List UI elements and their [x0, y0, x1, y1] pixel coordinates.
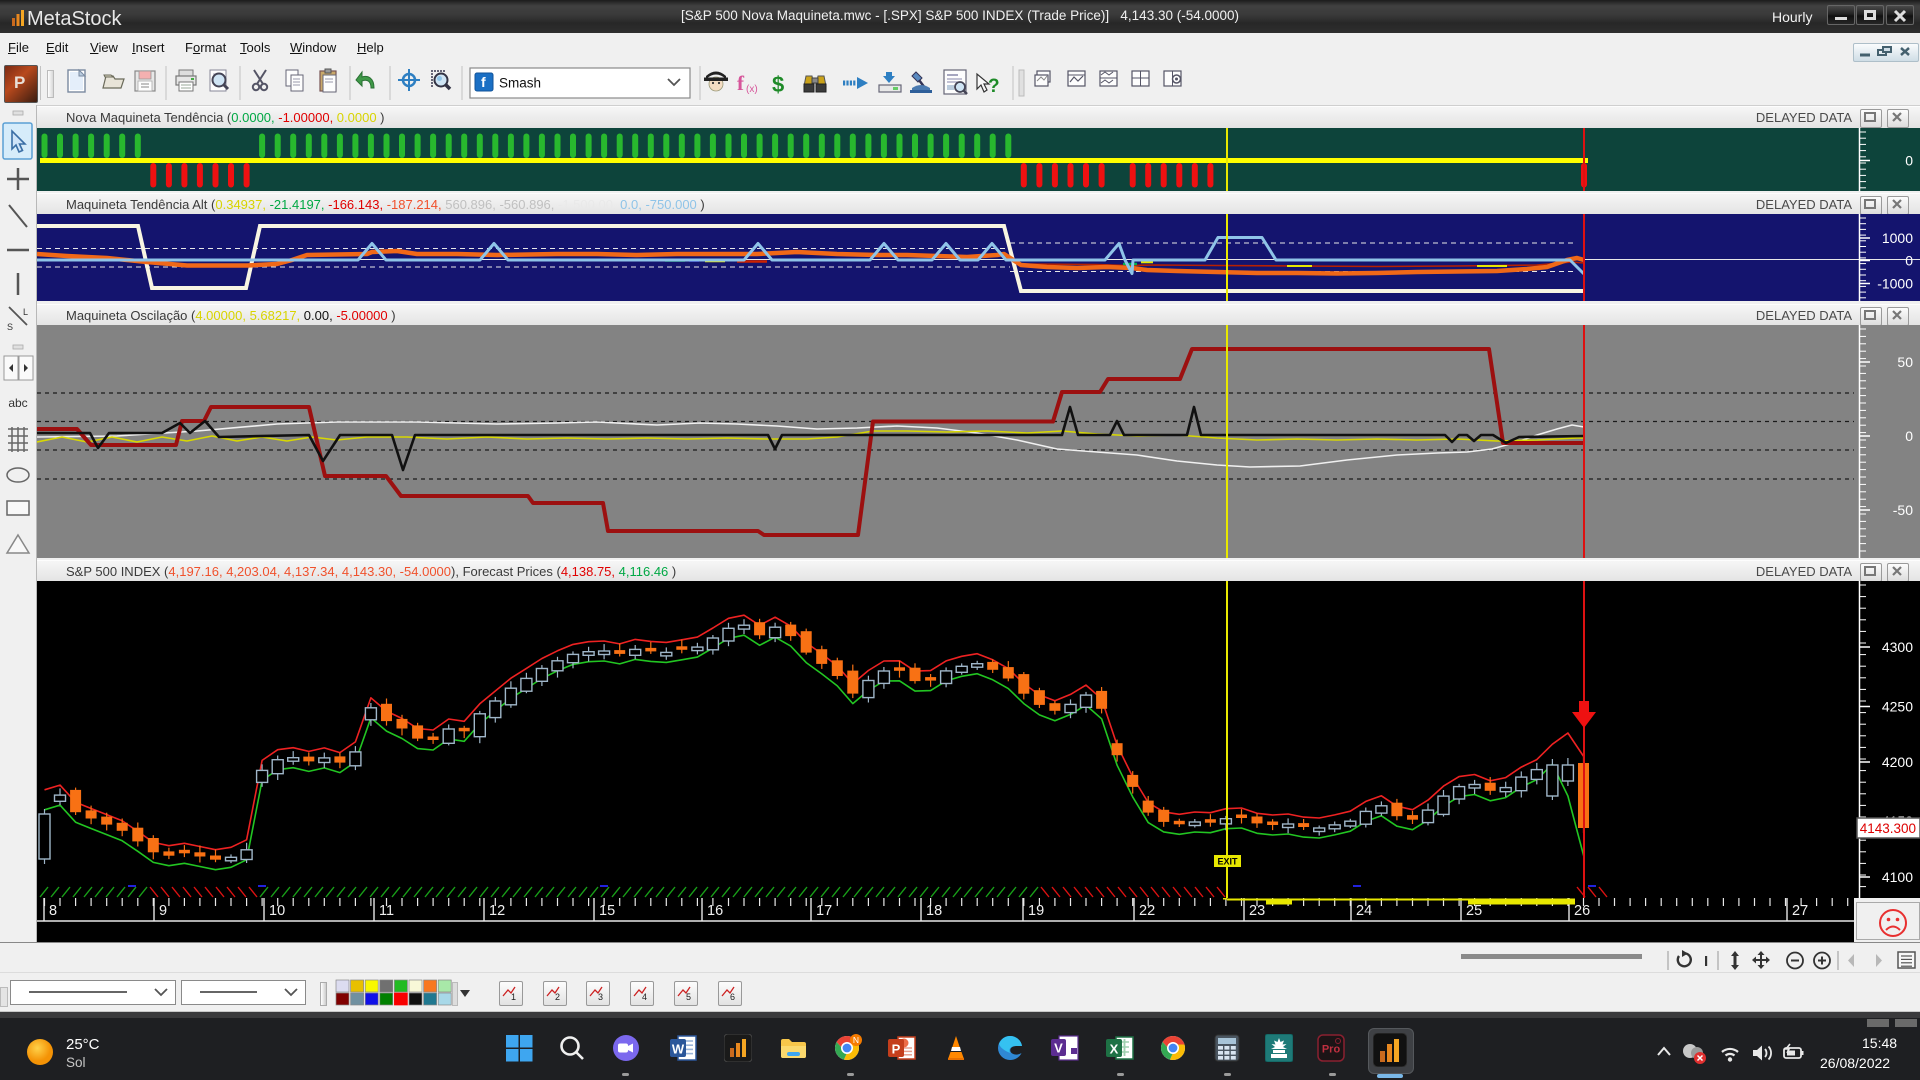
svg-text:12: 12: [489, 903, 505, 919]
svg-text:4143.300: 4143.300: [1860, 821, 1916, 836]
svg-text:26: 26: [1574, 903, 1590, 919]
svg-text:8: 8: [49, 903, 57, 919]
svg-text:N: N: [853, 1035, 859, 1045]
svg-text:I: I: [1704, 953, 1708, 970]
svg-text:4250: 4250: [1882, 699, 1913, 715]
svg-text:9: 9: [159, 903, 167, 919]
svg-text:3: 3: [598, 992, 603, 1002]
svg-text:2: 2: [555, 992, 560, 1002]
svg-text:f: f: [737, 71, 745, 95]
svg-text:17: 17: [816, 903, 832, 919]
svg-text:0: 0: [1905, 253, 1913, 269]
svg-text:22: 22: [1139, 903, 1155, 919]
svg-text:1: 1: [511, 992, 516, 1002]
svg-text:19: 19: [1028, 903, 1044, 919]
svg-text:W: W: [672, 1042, 685, 1057]
svg-text:5: 5: [686, 992, 691, 1002]
svg-text:L: L: [23, 307, 28, 317]
svg-text:6: 6: [730, 992, 735, 1002]
svg-text:11: 11: [379, 903, 394, 919]
svg-text:25: 25: [1466, 903, 1482, 919]
svg-text:4200: 4200: [1882, 754, 1913, 770]
svg-text:4: 4: [642, 992, 647, 1002]
svg-text:EXIT: EXIT: [1217, 857, 1238, 867]
svg-text:18: 18: [926, 903, 942, 919]
svg-text:24: 24: [1356, 903, 1372, 919]
svg-text:Pro: Pro: [1322, 1044, 1341, 1056]
svg-text:$: $: [772, 72, 784, 97]
svg-text:X: X: [1110, 1042, 1119, 1057]
svg-text:10: 10: [269, 903, 285, 919]
svg-text:4300: 4300: [1882, 639, 1913, 655]
svg-text:P: P: [892, 1042, 901, 1057]
svg-text:0: 0: [1905, 428, 1913, 444]
svg-text:-1000: -1000: [1877, 276, 1913, 292]
svg-text:Smash: Smash: [499, 76, 541, 91]
svg-text:1000: 1000: [1882, 230, 1913, 246]
svg-text:f: f: [481, 74, 486, 90]
svg-text:27: 27: [1792, 903, 1808, 919]
svg-text:abc: abc: [8, 396, 27, 410]
svg-text:0: 0: [1905, 153, 1913, 169]
svg-text:V: V: [1054, 1041, 1063, 1056]
svg-text:-50: -50: [1893, 502, 1913, 518]
svg-text:4100: 4100: [1882, 869, 1913, 885]
svg-text:S: S: [7, 322, 13, 332]
svg-text:16: 16: [707, 903, 723, 919]
svg-text:50: 50: [1897, 354, 1913, 370]
svg-text:?: ?: [988, 76, 1000, 97]
svg-text:(x): (x): [746, 84, 758, 95]
svg-text:15: 15: [599, 903, 615, 919]
svg-text:23: 23: [1249, 903, 1265, 919]
